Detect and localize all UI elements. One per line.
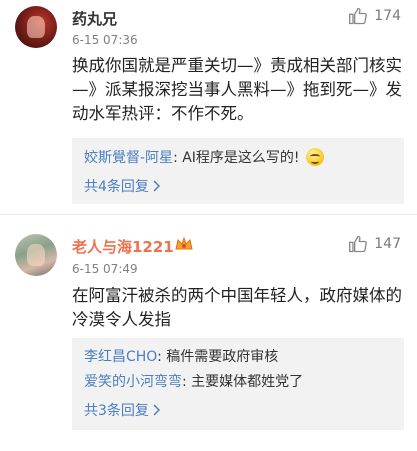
reply-item: 爱笑的小河弯弯: 主要媒体都姓党了 (84, 371, 303, 391)
comment-time: 6-15 07:49 (72, 262, 138, 276)
view-replies-label: 共3条回复 (84, 403, 149, 419)
thumbs-up-icon (349, 7, 368, 25)
comment-time: 6-15 07:36 (72, 33, 138, 47)
reply-box: 李红昌CHO: 稿件需要政府审核 爱笑的小河弯弯: 主要媒体都姓党了 共3条回复 (72, 338, 404, 430)
comment-item: 老人与海1221 6-15 07:49 147 在阿富汗被杀的两个中国年轻人，政… (0, 214, 417, 451)
comment-item: 药丸兄 6-15 07:36 174 换成你国就是严重关切—》责成相关部门核实—… (0, 0, 417, 214)
reply-text: : 稿件需要政府审核 (157, 349, 279, 365)
chevron-right-icon (153, 180, 160, 192)
thumbs-up-icon (349, 235, 368, 253)
like-button[interactable]: 147 (348, 234, 401, 254)
comment-username[interactable]: 药丸兄 (72, 8, 117, 29)
like-count: 147 (374, 236, 401, 252)
reply-item: 姣斯覺督-阿星: AI程序是这么写的! (84, 147, 324, 167)
avatar[interactable] (15, 234, 57, 276)
reply-text: : AI程序是这么写的! (173, 150, 300, 166)
reply-username[interactable]: 爱笑的小河弯弯 (84, 374, 182, 390)
comment-text: 在阿富汗被杀的两个中国年轻人，政府媒体的冷漠令人发指 (72, 286, 402, 329)
comment-username[interactable]: 老人与海1221 (72, 236, 174, 257)
reply-item: 李红昌CHO: 稿件需要政府审核 (84, 346, 278, 366)
reply-box: 姣斯覺督-阿星: AI程序是这么写的! 共4条回复 (72, 138, 404, 204)
chevron-right-icon (153, 404, 160, 416)
reply-username[interactable]: 李红昌CHO (84, 349, 157, 365)
view-replies-link[interactable]: 共4条回复 (84, 176, 160, 196)
comment-text: 换成你国就是严重关切—》责成相关部门核实—》派某报深挖当事人黑料—》拖到死—》发… (72, 56, 402, 123)
crown-icon (175, 236, 193, 250)
reply-username[interactable]: 姣斯覺督-阿星 (84, 150, 173, 166)
smile-emoji-icon (305, 148, 324, 166)
avatar[interactable] (15, 6, 57, 48)
view-replies-label: 共4条回复 (84, 179, 149, 195)
reply-text: : 主要媒体都姓党了 (182, 374, 304, 390)
like-count: 174 (374, 8, 401, 24)
like-button[interactable]: 174 (348, 6, 401, 26)
view-replies-link[interactable]: 共3条回复 (84, 400, 160, 420)
